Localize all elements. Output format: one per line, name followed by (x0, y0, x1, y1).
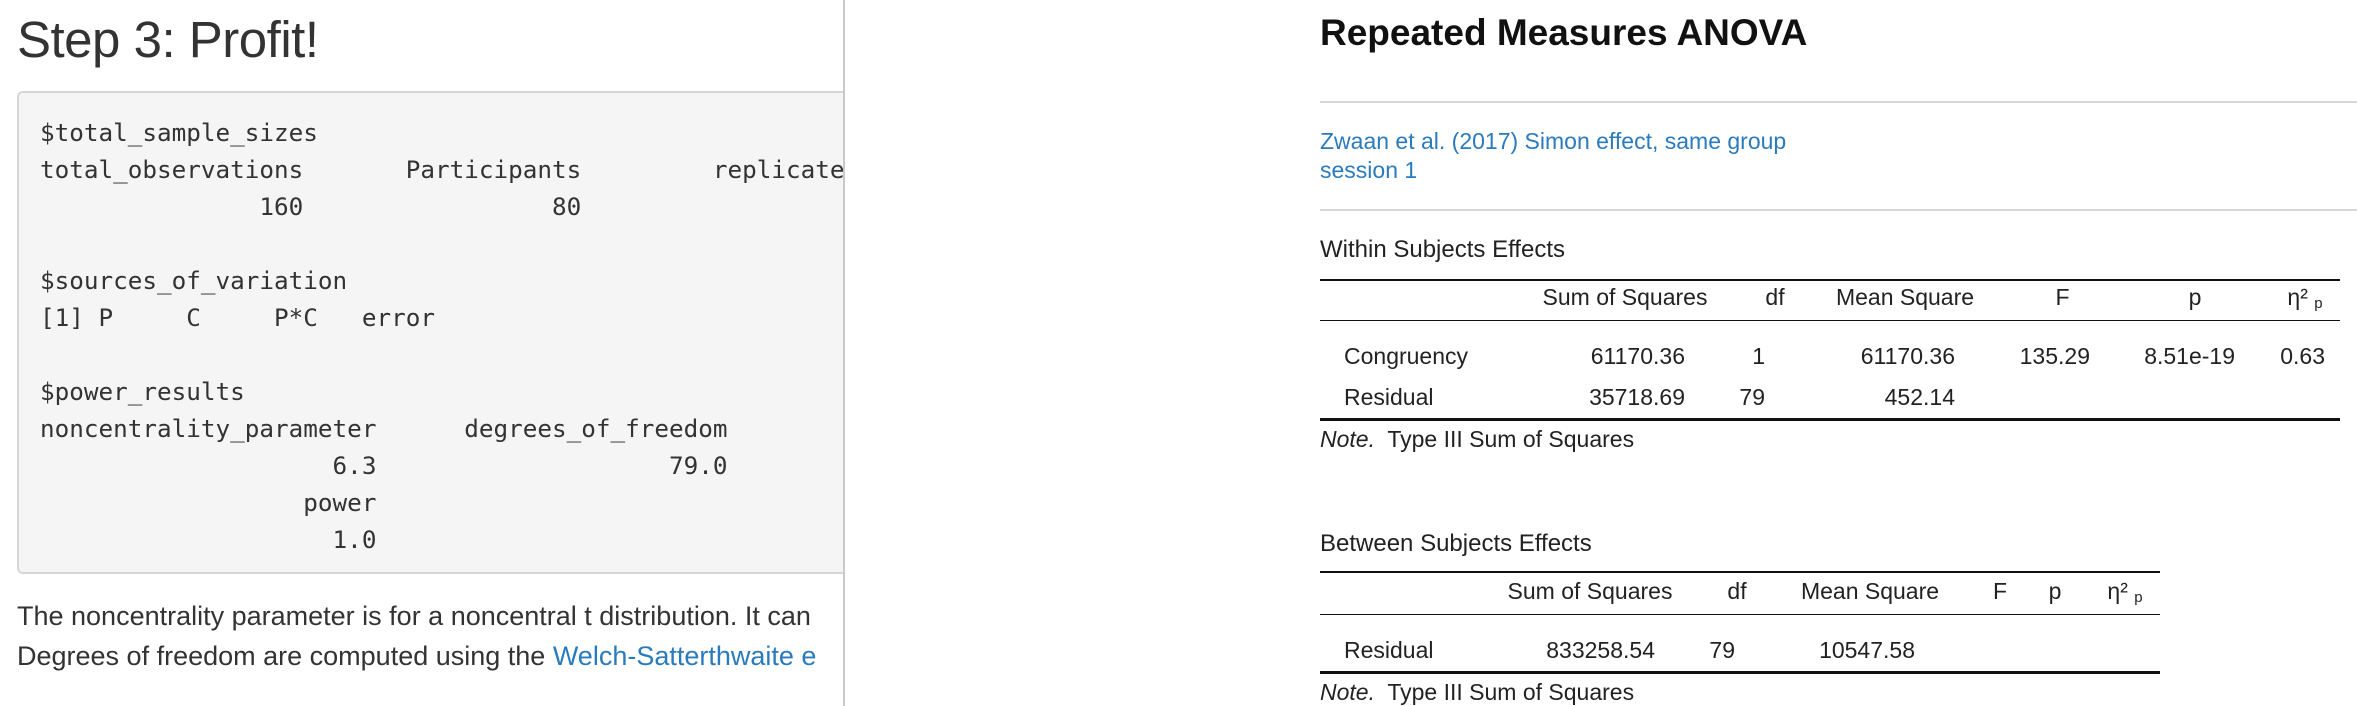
code-line: $total_sample_sizes (40, 118, 318, 147)
code-line: $power_results (40, 377, 245, 406)
between-subjects-title: Between Subjects Effects (1320, 530, 1592, 557)
within-row-residual-ms: 452.14 (1884, 384, 1955, 410)
within-row-congruency-ss: 61170.36 (1590, 343, 1685, 369)
eta-squared-symbol: η² (2287, 284, 2308, 310)
between-eta-squared-symbol: η² (2107, 578, 2128, 604)
within-header-f: F (2055, 284, 2070, 310)
within-row-congruency-ms: 61170.36 (1860, 343, 1955, 369)
within-subjects-title: Within Subjects Effects (1320, 236, 1565, 263)
code-line: power (40, 488, 377, 517)
description-line-2: Degrees of freedom are computed using th… (17, 641, 816, 672)
within-note: Note. Type III Sum of Squares (1320, 426, 1634, 453)
between-row-residual-ms: 10547.58 (1819, 637, 1915, 663)
right-pane: Repeated Measures ANOVA Zwaan et al. (20… (845, 0, 2357, 706)
within-header-df: df (1765, 284, 1785, 310)
eta-partial-subscript: p (2314, 295, 2323, 312)
within-row-congruency-eta: 0.63 (2280, 343, 2325, 369)
within-header-eta: η² p (2260, 284, 2350, 312)
code-line: [1] P C P*C error (40, 303, 435, 332)
within-top-rule (1320, 279, 2340, 281)
between-bottom-rule (1320, 671, 2160, 674)
anova-title: Repeated Measures ANOVA (1320, 12, 1808, 53)
left-pane: Step 3: Profit! $total_sample_sizes tota… (0, 0, 843, 706)
within-row-congruency-df: 1 (1752, 343, 1765, 369)
within-row-residual-df: 79 (1739, 384, 1765, 410)
code-line: noncentrality_parameter degrees_of_freed… (40, 414, 728, 443)
link-separator (1320, 209, 2357, 211)
between-header-ss: Sum of Squares (1507, 578, 1673, 604)
code-line: 1.0 (40, 525, 377, 554)
within-row-congruency-p: 8.51e-19 (2144, 343, 2235, 369)
welch-satterthwaite-link[interactable]: Welch-Satterthwaite e (553, 641, 817, 671)
between-header-p: p (2048, 578, 2062, 604)
within-bottom-rule (1320, 418, 2340, 421)
between-header-f: F (1992, 578, 2008, 604)
within-header-ss: Sum of Squares (1542, 284, 1708, 310)
within-note-text: Type III Sum of Squares (1387, 426, 1635, 452)
between-note-label: Note. (1320, 679, 1375, 705)
between-note-text: Type III Sum of Squares (1387, 679, 1635, 705)
between-note: Note. Type III Sum of Squares (1320, 679, 1634, 706)
code-line: 160 80 1 (40, 192, 843, 221)
between-row-residual-df: 79 (1709, 637, 1735, 663)
step-title: Step 3: Profit! (17, 11, 319, 68)
between-eta-partial-subscript: p (2134, 589, 2143, 606)
within-header-ms: Mean Square (1835, 284, 1975, 310)
between-header-rule (1320, 614, 2160, 615)
dataset-link[interactable]: Zwaan et al. (2017) Simon effect, same g… (1320, 128, 1786, 155)
within-header-rule (1320, 320, 2340, 321)
between-header-df: df (1727, 578, 1747, 604)
code-output-text: $total_sample_sizes total_observations P… (40, 114, 843, 558)
between-header-eta: η² p (2085, 578, 2165, 606)
code-line: $sources_of_variation (40, 266, 348, 295)
code-line: 6.3 79.0 (40, 451, 728, 480)
description-line-2-text: Degrees of freedom are computed using th… (17, 641, 553, 671)
between-row-residual-ss: 833258.54 (1546, 637, 1655, 663)
within-row-congruency-f: 135.29 (2019, 343, 2090, 369)
title-separator (1320, 101, 2357, 103)
within-note-label: Note. (1320, 426, 1375, 452)
session-link[interactable]: session 1 (1320, 157, 1417, 184)
within-row-residual-ss: 35718.69 (1589, 384, 1685, 410)
within-row-congruency-label: Congruency (1344, 343, 1469, 369)
code-output-block: $total_sample_sizes total_observations P… (17, 91, 843, 574)
between-header-ms: Mean Square (1800, 578, 1940, 604)
between-row-residual-label: Residual (1344, 637, 1434, 663)
within-row-residual-label: Residual (1344, 384, 1434, 410)
description-line-1: The noncentrality parameter is for a non… (17, 601, 811, 631)
within-header-p: p (2188, 284, 2202, 310)
code-line: total_observations Participants replicat… (40, 155, 843, 184)
between-top-rule (1320, 571, 2160, 573)
